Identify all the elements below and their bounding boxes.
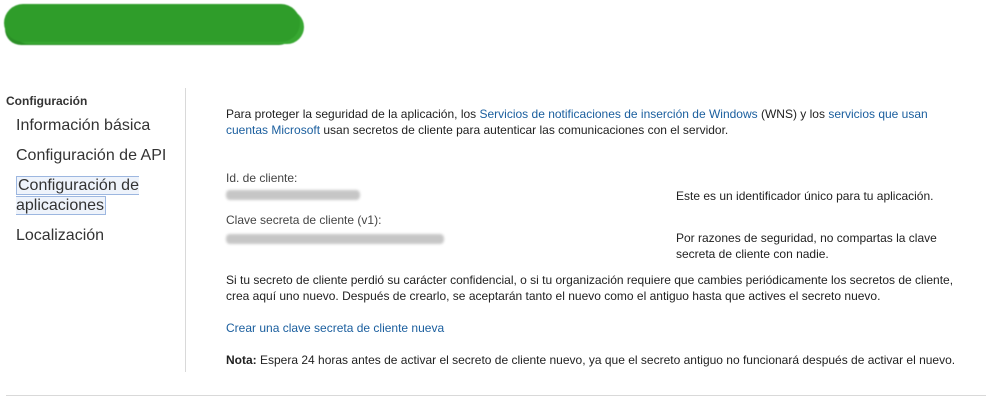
sidebar-heading: Configuración xyxy=(6,94,88,108)
sidebar-item-basic-info[interactable]: Información básica xyxy=(16,116,150,136)
sidebar-item-localization[interactable]: Localización xyxy=(16,226,104,246)
sidebar-item-app-settings[interactable]: Configuración de aplicaciones xyxy=(16,176,146,216)
client-id-label: Id. de cliente: xyxy=(226,171,298,185)
client-secret-label: Clave secreta de cliente (v1): xyxy=(226,213,382,227)
client-id-value-redacted xyxy=(226,190,360,200)
bottom-divider xyxy=(6,395,986,396)
intro-text: Para proteger la seguridad de la aplicac… xyxy=(226,107,928,137)
reset-secret-text: Si tu secreto de cliente perdió su carác… xyxy=(226,273,954,303)
create-client-secret-link[interactable]: Crear una clave secreta de cliente nueva xyxy=(226,320,444,336)
client-id-hint: Este es un identificador único para tu a… xyxy=(676,189,934,203)
note-label: Nota: xyxy=(226,353,257,367)
wns-link[interactable]: Servicios de notificaciones de inserción… xyxy=(480,107,758,121)
sidebar: Configuración Información básica Configu… xyxy=(0,88,186,372)
client-secret-hint: Por razones de seguridad, no compartas l… xyxy=(676,231,937,261)
client-secret-value-redacted xyxy=(226,234,444,244)
note-text: Nota: Espera 24 horas antes de activar e… xyxy=(226,353,956,367)
app-title-redacted xyxy=(4,4,300,42)
sidebar-item-api-settings[interactable]: Configuración de API xyxy=(16,146,166,166)
